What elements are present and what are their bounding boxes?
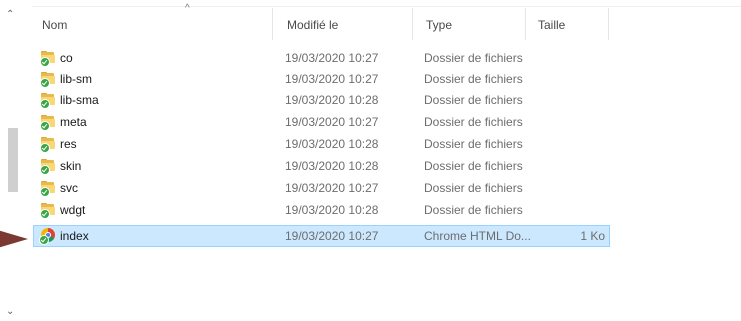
folder-icon — [40, 72, 55, 88]
file-row[interactable]: lib-sm 19/03/2020 10:27 Dossier de fichi… — [34, 69, 609, 89]
chrome-html-icon — [39, 228, 55, 245]
file-type: Dossier de fichiers — [424, 181, 523, 195]
scroll-up-arrow-icon[interactable]: ⌃ — [6, 9, 14, 20]
file-row-selected[interactable]: index 19/03/2020 10:27 Chrome HTML Do...… — [33, 225, 610, 247]
file-name: svc — [60, 181, 78, 195]
folder-icon — [40, 137, 55, 153]
sync-status-icon — [40, 165, 50, 175]
column-divider[interactable] — [272, 8, 273, 40]
column-header-size[interactable]: Taille — [538, 18, 565, 32]
file-type: Dossier de fichiers — [424, 51, 523, 65]
file-type: Dossier de fichiers — [424, 93, 523, 107]
vertical-scrollbar[interactable]: ⌃ ⌄ — [0, 0, 22, 321]
file-row[interactable]: lib-sma 19/03/2020 10:28 Dossier de fich… — [34, 90, 609, 110]
sync-status-icon — [40, 143, 50, 153]
folder-icon — [40, 181, 55, 197]
file-type: Dossier de fichiers — [424, 137, 523, 151]
sync-status-icon — [39, 235, 49, 245]
column-header: ^ Nom Modifié le Type Taille — [32, 0, 741, 40]
column-divider[interactable] — [412, 8, 413, 40]
folder-icon — [40, 51, 55, 67]
file-name: skin — [60, 159, 82, 173]
file-row[interactable]: res 19/03/2020 10:28 Dossier de fichiers — [34, 134, 609, 154]
file-row[interactable]: skin 19/03/2020 10:28 Dossier de fichier… — [34, 156, 609, 176]
file-modified: 19/03/2020 10:27 — [285, 115, 379, 129]
sync-status-icon — [40, 187, 50, 197]
sync-status-icon — [40, 57, 50, 67]
sync-status-icon — [40, 209, 50, 219]
file-size: 1 Ko — [580, 229, 605, 243]
column-header-name[interactable]: Nom — [42, 18, 67, 32]
file-name: lib-sma — [60, 93, 99, 107]
file-name: index — [60, 229, 89, 243]
file-type: Dossier de fichiers — [424, 159, 523, 173]
file-row[interactable]: wdgt 19/03/2020 10:28 Dossier de fichier… — [34, 200, 609, 220]
scroll-thumb[interactable] — [8, 128, 18, 192]
file-type: Dossier de fichiers — [424, 72, 523, 86]
file-modified: 19/03/2020 10:28 — [285, 137, 379, 151]
file-row[interactable]: meta 19/03/2020 10:27 Dossier de fichier… — [34, 112, 609, 132]
sync-status-icon — [40, 78, 50, 88]
file-modified: 19/03/2020 10:28 — [285, 203, 379, 217]
file-name: meta — [60, 115, 87, 129]
column-divider[interactable] — [608, 8, 609, 40]
folder-icon — [40, 93, 55, 109]
annotation-arrow-icon — [0, 229, 28, 249]
folder-icon — [40, 203, 55, 219]
file-type: Dossier de fichiers — [424, 203, 523, 217]
sync-status-icon — [40, 121, 50, 131]
file-row[interactable]: svc 19/03/2020 10:27 Dossier de fichiers — [34, 178, 609, 198]
file-row[interactable]: co 19/03/2020 10:27 Dossier de fichiers — [34, 48, 609, 68]
file-modified: 19/03/2020 10:27 — [285, 181, 379, 195]
folder-icon — [40, 115, 55, 131]
file-type: Chrome HTML Do... — [424, 229, 531, 243]
sort-ascending-icon: ^ — [185, 3, 190, 14]
file-modified: 19/03/2020 10:27 — [285, 229, 379, 243]
sync-status-icon — [40, 99, 50, 109]
file-name: wdgt — [60, 203, 86, 217]
scroll-down-arrow-icon[interactable]: ⌄ — [6, 306, 14, 317]
file-type: Dossier de fichiers — [424, 115, 523, 129]
file-modified: 19/03/2020 10:27 — [285, 72, 379, 86]
column-header-modified[interactable]: Modifié le — [287, 18, 338, 32]
column-header-type[interactable]: Type — [426, 18, 452, 32]
folder-icon — [40, 159, 55, 175]
column-divider[interactable] — [525, 8, 526, 40]
file-name: res — [60, 137, 77, 151]
file-name: co — [60, 51, 73, 65]
file-name: lib-sm — [60, 72, 92, 86]
file-modified: 19/03/2020 10:28 — [285, 93, 379, 107]
file-modified: 19/03/2020 10:27 — [285, 51, 379, 65]
file-modified: 19/03/2020 10:28 — [285, 159, 379, 173]
